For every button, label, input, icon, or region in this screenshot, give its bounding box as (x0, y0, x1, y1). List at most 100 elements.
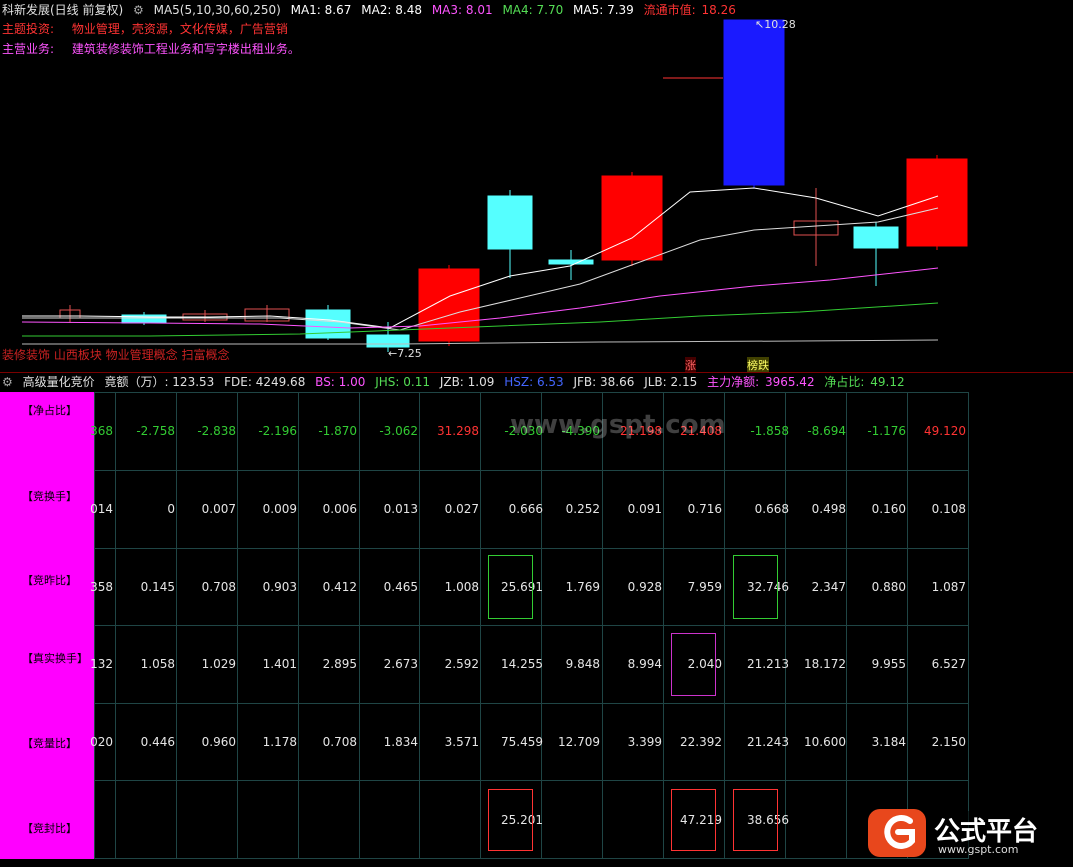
cell: 0.252 (565, 502, 600, 516)
indicator-header: ⚙ 高级量化竞价 竟额（万）: 123.53 FDE: 4249.68 BS: … (2, 374, 911, 390)
grid-row-line (94, 625, 969, 626)
biz-value: 建筑装修装饰工程业务和写字楼出租业务。 (71, 42, 300, 56)
candle-7[interactable] (487, 195, 533, 250)
bs-value: BS: 1.00 (315, 375, 366, 389)
jlb-value: JLB: 2.15 (644, 375, 698, 389)
cell: 0.108 (931, 502, 966, 516)
cell: 0 (167, 502, 175, 516)
hsz-value: HSZ: 6.53 (504, 375, 564, 389)
cell: 18.172 (804, 657, 846, 671)
low-annotation: ←7.25 (388, 347, 422, 360)
high-annotation: ↖10.28 (755, 18, 796, 31)
settings-icon[interactable]: ⚙ (133, 3, 144, 17)
cell: 0.465 (383, 580, 418, 594)
cell: 21.213 (747, 657, 789, 671)
pane-divider[interactable] (0, 372, 1073, 373)
tag-bangdie: 榜跌 (747, 357, 769, 373)
cell: 0.446 (140, 735, 175, 749)
cell: 7.959 (687, 580, 722, 594)
cell: 2.673 (383, 657, 418, 671)
cell: 9.955 (871, 657, 906, 671)
tag-zhang: 涨 (685, 357, 696, 373)
highlight-box (733, 555, 778, 619)
cell: 2.895 (322, 657, 357, 671)
highlight-box (671, 789, 716, 851)
cell: 020 (90, 735, 113, 749)
cell: 1.178 (262, 735, 297, 749)
grid-row-line (94, 392, 969, 393)
gspt-logo: 公式平台 www.gspt.com (868, 805, 1068, 861)
cell: -1.858 (750, 424, 789, 438)
highlight-box (488, 789, 533, 851)
cell: 0.160 (871, 502, 906, 516)
cell: -1.870 (318, 424, 357, 438)
row-label-sidebar (0, 392, 94, 859)
watermark: www.gspt.com (510, 410, 726, 440)
ma-params[interactable]: MA5(5,10,30,60,250) (154, 3, 281, 17)
ma5-value: MA5: 7.39 (573, 3, 634, 17)
cell: 3.184 (871, 735, 906, 749)
cell: 358 (90, 580, 113, 594)
cell: 0.091 (627, 502, 662, 516)
cell: 0.145 (140, 580, 175, 594)
cell: 0.708 (322, 735, 357, 749)
cell: 1.769 (565, 580, 600, 594)
cell: 0.708 (201, 580, 236, 594)
cell: 1.401 (262, 657, 297, 671)
cell: 1.029 (201, 657, 236, 671)
grid-row-line (94, 548, 969, 549)
candle-5[interactable] (366, 334, 410, 348)
cell: 1.087 (931, 580, 966, 594)
row-label-0: 【净占比】 (22, 404, 77, 417)
mcap-value: 18.26 (701, 3, 736, 17)
cell: 0.007 (201, 502, 236, 516)
cell: 0.716 (687, 502, 722, 516)
cell: 2.592 (444, 657, 479, 671)
jhs-value: JHS: 0.11 (375, 375, 430, 389)
candle-13[interactable] (906, 158, 968, 247)
biz-line: 主营业务: 建筑装修装饰工程业务和写字楼出租业务。 (2, 40, 300, 57)
cell: 75.459 (501, 735, 543, 749)
stock-title[interactable]: 科新发展(日线 前复权) (2, 3, 123, 17)
candle-10[interactable] (723, 19, 785, 186)
jing-e-value: 竟额（万）: 123.53 (104, 375, 215, 389)
grid-row-line (94, 780, 969, 781)
cell: 2.347 (811, 580, 846, 594)
concept-line: 装修装饰 山西板块 物业管理概念 扫富概念 (2, 348, 230, 362)
cell: -3.062 (379, 424, 418, 438)
theme-value: 物业管理，壳资源，文化传媒，广告营销 (71, 22, 288, 36)
fde-value: FDE: 4249.68 (224, 375, 306, 389)
cell: 12.709 (558, 735, 600, 749)
mcap-label: 流通市值: (643, 3, 696, 17)
candle-12[interactable] (853, 226, 899, 249)
cell: 0.960 (201, 735, 236, 749)
cell: -2.758 (136, 424, 175, 438)
highlight-box (733, 789, 778, 851)
grid-row-line (94, 858, 969, 859)
candle-8[interactable] (548, 259, 594, 265)
chart-header: 科新发展(日线 前复权) ⚙ MA5(5,10,30,60,250) MA1: … (2, 2, 742, 18)
ma2-value: MA2: 8.48 (361, 3, 422, 17)
cell: 21.243 (747, 735, 789, 749)
cell: 0.903 (262, 580, 297, 594)
cell: 9.848 (565, 657, 600, 671)
cell: 3.399 (627, 735, 662, 749)
ma-line-5 (22, 339, 939, 345)
logo-url: www.gspt.com (938, 843, 1019, 856)
jzb2-label: 净占比: (824, 375, 865, 389)
zljg-label: 主力净额: (707, 375, 760, 389)
cell: -1.176 (867, 424, 906, 438)
cell: 8.994 (627, 657, 662, 671)
candle-6[interactable] (418, 268, 480, 342)
highlight-box (488, 555, 533, 619)
cell: 0.412 (322, 580, 357, 594)
jfb-value: JFB: 38.66 (573, 375, 635, 389)
cell: 0.666 (508, 502, 543, 516)
cell: 132 (90, 657, 113, 671)
settings-icon[interactable]: ⚙ (2, 375, 13, 389)
cell: 14.255 (501, 657, 543, 671)
indicator-title[interactable]: 高级量化竞价 (23, 375, 95, 389)
grid-row-line (94, 470, 969, 471)
cell: 22.392 (680, 735, 722, 749)
grid-row-line (94, 703, 969, 704)
